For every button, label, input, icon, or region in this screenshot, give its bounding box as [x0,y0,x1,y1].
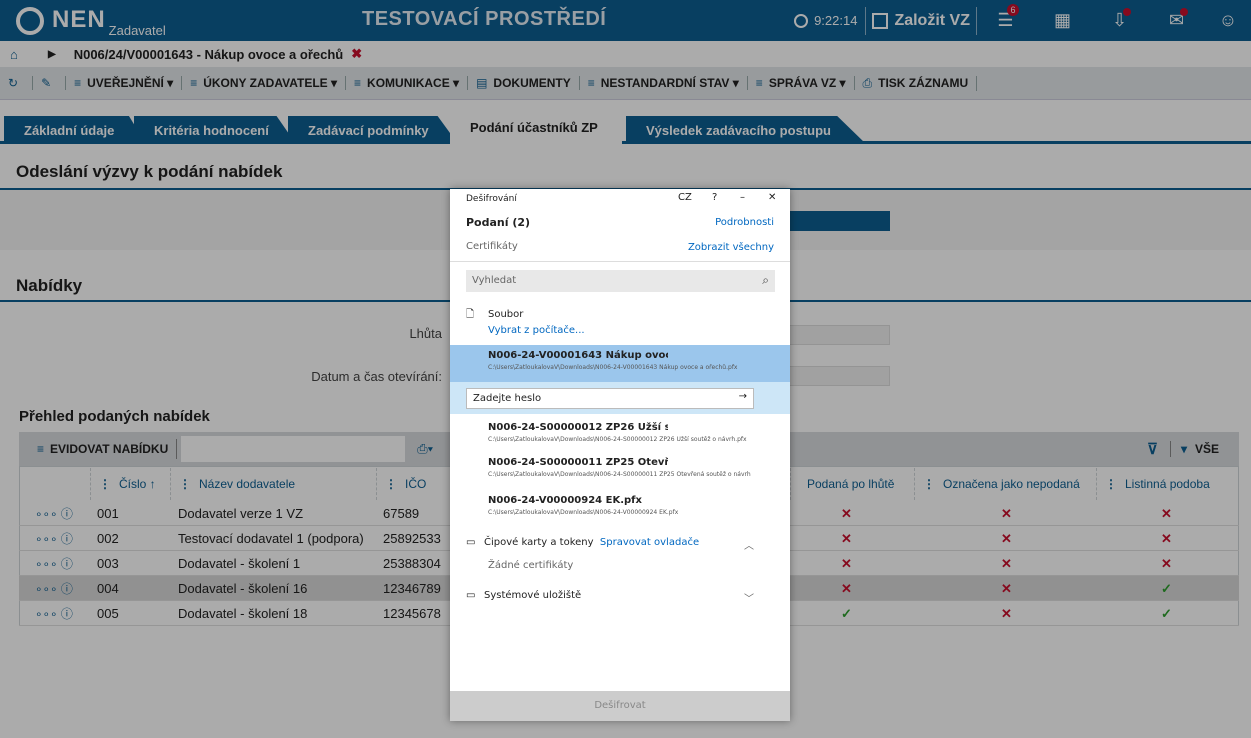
dialog-title: Dešifrování [466,194,517,204]
certificate-file-item[interactable]: N006-24-S00000011 ZP25 Otevř C:\Users\Zat… [450,452,790,489]
chevron-up-icon[interactable]: ︿ [744,537,754,552]
chevron-down-icon[interactable]: ﹀ [744,590,754,605]
file-path: C:\Users\ZatloukalovaV\Downloads\N006-24… [488,436,747,443]
password-bar: Zadejte heslo → [450,382,790,414]
search-placeholder: Vyhledat [472,275,517,286]
password-input[interactable]: Zadejte heslo → [466,388,754,409]
minimize-button[interactable]: – [740,192,745,203]
language-button[interactable]: CZ [678,192,692,203]
file-name: N006-24-S00000011 ZP25 Otevř [488,457,668,468]
help-button[interactable]: ? [712,192,717,203]
file-path: C:\Users\ZatloukalovaV\Downloads\N006-24… [488,509,679,516]
password-placeholder: Zadejte heslo [473,393,542,404]
file-section-label: Soubor [488,309,524,320]
file-icon: 🗋 [466,309,475,320]
smart-cards-label: Čipové karty a tokeny [484,537,594,548]
close-dialog-button[interactable]: ✕ [768,192,776,203]
show-all-link[interactable]: Zobrazit všechny [688,242,774,253]
no-certificates-text: Žádné certifikáty [488,560,574,571]
certificate-file-item[interactable]: N006-24-S00000012 ZP26 Užší s C:\Users\Za… [450,417,790,454]
file-name: N006-24-V00001643 Nákup ovoc [488,350,668,361]
system-store-label: Systémové uložiště [484,590,582,601]
certificates-label: Certifikáty [466,241,518,252]
file-path: C:\Users\ZatloukalovaV\Downloads\N006-24… [488,471,751,478]
certificate-file-item[interactable]: N006-24-V00000924 EK.pfx C:\Users\Zatlouk… [450,490,790,527]
certificate-file-item[interactable]: N006-24-V00001643 Nákup ovoc C:\Users\Zat… [450,345,790,382]
decrypt-dialog: Dešifrování CZ ? – ✕ Podaní (2) Podrobno… [450,189,790,721]
decrypt-button[interactable]: Dešifrovat [450,691,790,721]
file-path: C:\Users\ZatloukalovaV\Downloads\N006-24… [488,364,738,371]
details-link[interactable]: Podrobnosti [715,217,774,228]
file-name: N006-24-V00000924 EK.pfx [488,495,642,506]
file-section: 🗋 Soubor [466,307,523,324]
smart-cards-section[interactable]: ▭ Čipové karty a tokeny Spravovat ovladač… [466,537,699,548]
submissions-count: Podaní (2) [466,216,531,229]
arrow-right-icon[interactable]: → [739,391,747,402]
system-store-section[interactable]: ▭ Systémové uložiště [466,590,581,601]
file-name: N006-24-S00000012 ZP26 Užší s [488,422,668,433]
certificate-search-input[interactable]: Vyhledat ⌕ [466,270,775,292]
manage-drivers-link[interactable]: Spravovat ovladače [600,537,699,548]
monitor-icon: ▭ [466,590,476,601]
search-icon: ⌕ [762,273,769,287]
pick-from-computer-link[interactable]: Vybrat z počítače... [488,325,585,336]
card-icon: ▭ [466,537,476,548]
